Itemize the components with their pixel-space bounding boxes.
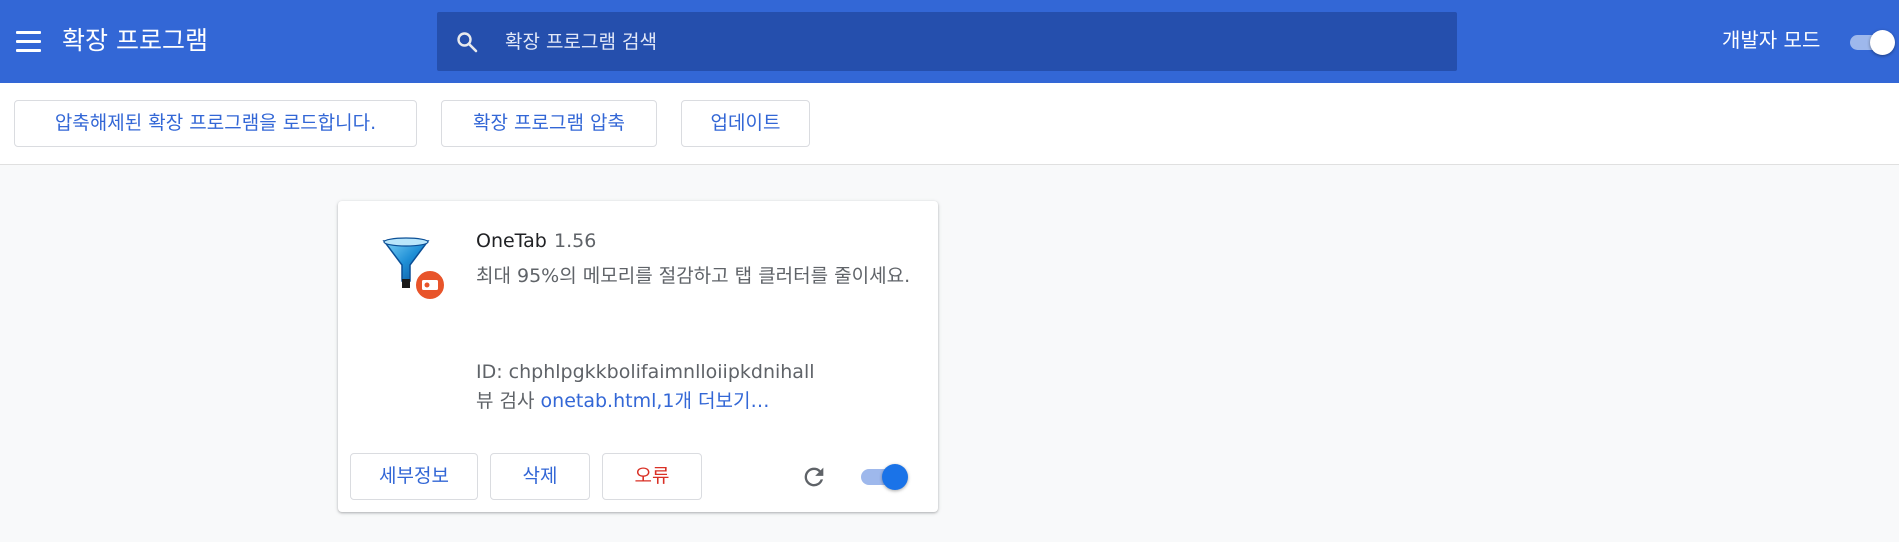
- extension-version: 1.56: [554, 230, 597, 252]
- search-box[interactable]: [437, 12, 1457, 71]
- remove-button[interactable]: 삭제: [490, 453, 590, 500]
- details-button[interactable]: 세부정보: [350, 453, 478, 500]
- developer-mode-toggle[interactable]: [1850, 30, 1895, 55]
- top-bar: 확장 프로그램 개발자 모드: [0, 0, 1899, 83]
- extension-enable-toggle[interactable]: [861, 463, 909, 491]
- search-input[interactable]: [505, 12, 1425, 71]
- inspect-view-link[interactable]: onetab.html: [541, 390, 657, 412]
- extension-name: OneTab: [476, 230, 547, 252]
- extension-card: OneTab 1.56 최대 95%의 메모리를 절감하고 탭 클러터를 줄이세…: [338, 201, 938, 512]
- search-icon: [457, 32, 478, 53]
- more-views-link[interactable]: ,1개 더보기…: [656, 390, 769, 412]
- hamburger-menu-icon[interactable]: [16, 31, 41, 52]
- inspect-views-label: 뷰 검사: [476, 390, 535, 412]
- extension-id: ID: chphlpgkkbolifaimnlloiipkdnihall: [476, 361, 815, 383]
- errors-button[interactable]: 오류: [602, 453, 702, 500]
- onetab-funnel-icon: [382, 237, 446, 301]
- inspect-views-row: 뷰 검사 onetab.html,1개 더보기…: [476, 387, 769, 415]
- load-unpacked-button[interactable]: 압축해제된 확장 프로그램을 로드합니다.: [14, 100, 417, 147]
- reload-icon[interactable]: [800, 463, 828, 491]
- pack-extension-button[interactable]: 확장 프로그램 압축: [441, 100, 657, 147]
- extension-description: 최대 95%의 메모리를 절감하고 탭 클러터를 줄이세요.: [476, 265, 911, 287]
- update-button[interactable]: 업데이트: [681, 100, 810, 147]
- developer-toolbar: 압축해제된 확장 프로그램을 로드합니다. 확장 프로그램 압축 업데이트: [0, 83, 1899, 165]
- developer-mode-label: 개발자 모드: [1722, 28, 1821, 52]
- page-title: 확장 프로그램: [62, 26, 208, 55]
